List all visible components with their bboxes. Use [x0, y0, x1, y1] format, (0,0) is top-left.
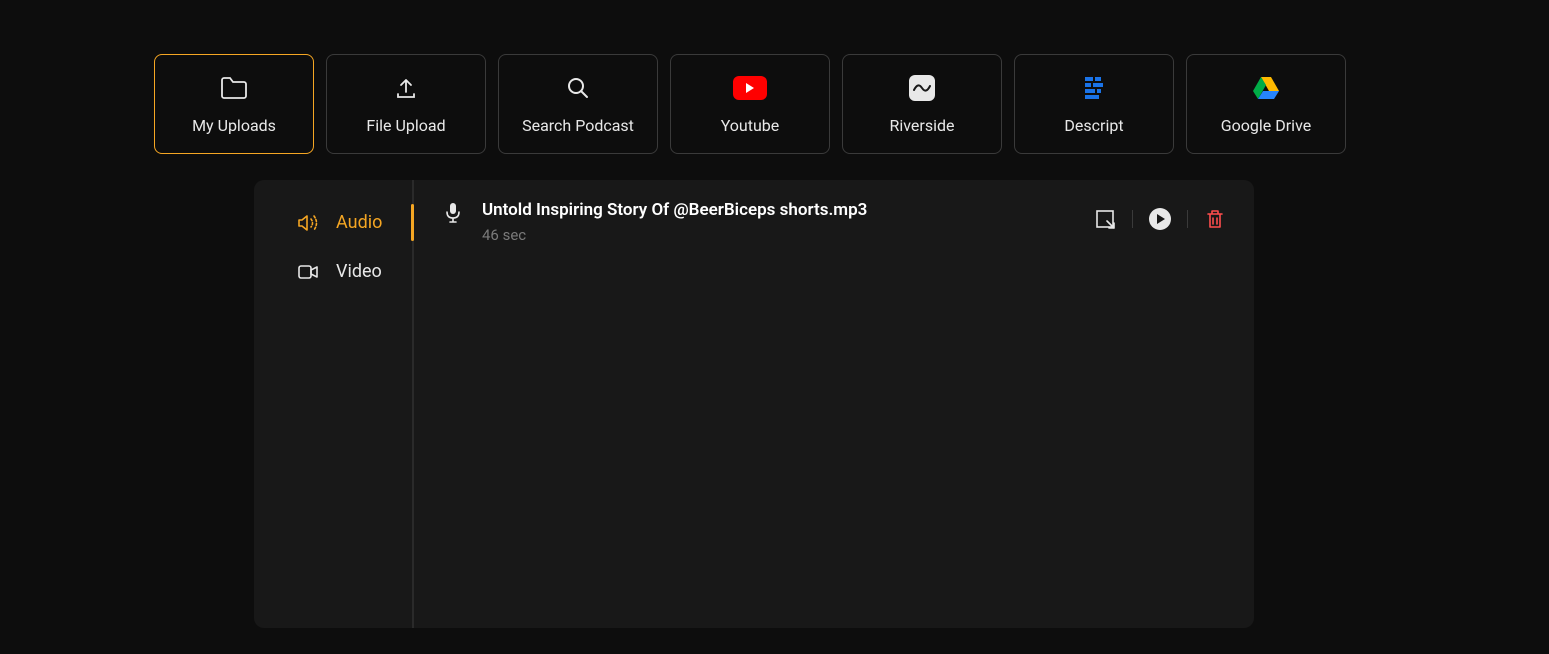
tab-youtube[interactable]: Youtube — [670, 54, 830, 154]
file-actions — [1094, 208, 1226, 230]
tab-label: My Uploads — [192, 116, 276, 135]
microphone-icon — [442, 202, 464, 224]
speaker-icon — [298, 214, 318, 232]
google-drive-icon — [1252, 74, 1280, 102]
source-tabs-row: My Uploads File Upload Search Podcast — [0, 0, 1549, 154]
tab-label: Descript — [1064, 116, 1123, 135]
file-info: Untold Inspiring Story Of @BeerBiceps sh… — [482, 200, 1076, 244]
tab-audio-label: Audio — [336, 212, 382, 233]
tab-riverside[interactable]: Riverside — [842, 54, 1002, 154]
folder-icon — [220, 74, 248, 102]
tab-video-label: Video — [336, 261, 382, 282]
tab-search-podcast[interactable]: Search Podcast — [498, 54, 658, 154]
youtube-icon — [733, 74, 767, 102]
tab-label: Search Podcast — [522, 116, 634, 135]
tab-label: File Upload — [366, 116, 445, 135]
upload-icon — [394, 74, 418, 102]
video-camera-icon — [298, 264, 318, 280]
tab-label: Riverside — [890, 116, 955, 135]
play-button[interactable] — [1149, 208, 1171, 230]
file-row[interactable]: Untold Inspiring Story Of @BeerBiceps sh… — [442, 200, 1226, 244]
search-icon — [566, 74, 590, 102]
tab-video[interactable]: Video — [254, 247, 412, 296]
tab-audio[interactable]: Audio — [254, 198, 412, 247]
select-file-button[interactable] — [1094, 208, 1116, 230]
media-type-tabs: Audio Video — [254, 180, 414, 628]
divider — [1187, 210, 1188, 228]
riverside-icon — [909, 74, 935, 102]
tab-label: Youtube — [721, 116, 780, 135]
delete-button[interactable] — [1204, 208, 1226, 230]
tab-google-drive[interactable]: Google Drive — [1186, 54, 1346, 154]
tab-descript[interactable]: Descript — [1014, 54, 1174, 154]
content-panel: Audio Video Untold Inspiring Stor — [254, 180, 1254, 628]
file-list: Untold Inspiring Story Of @BeerBiceps sh… — [414, 180, 1254, 628]
tab-file-upload[interactable]: File Upload — [326, 54, 486, 154]
descript-icon — [1082, 74, 1106, 102]
tab-my-uploads[interactable]: My Uploads — [154, 54, 314, 154]
divider — [1132, 210, 1133, 228]
file-name: Untold Inspiring Story Of @BeerBiceps sh… — [482, 200, 1076, 220]
tab-label: Google Drive — [1221, 116, 1311, 135]
file-duration: 46 sec — [482, 226, 1076, 244]
